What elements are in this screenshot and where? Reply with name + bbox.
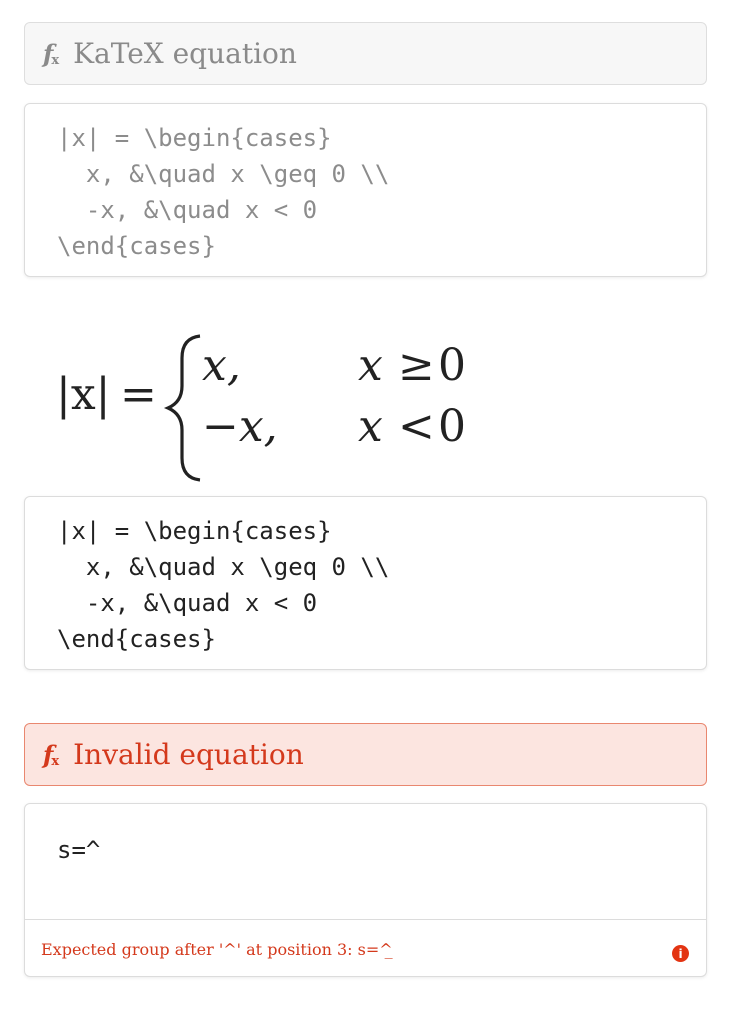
- equation-lhs: |x|: [56, 369, 110, 420]
- case2-cond-var: x: [358, 401, 383, 452]
- fx-icon: fx: [43, 740, 60, 769]
- equation-equals: =: [120, 369, 157, 420]
- invalid-equation-bar[interactable]: fx Invalid equation: [24, 723, 707, 786]
- case1-value: x,: [202, 340, 241, 391]
- error-divider: [25, 919, 706, 920]
- latex-source-code[interactable]: |x| = \begin{cases} x, &\quad x \geq 0 \…: [25, 104, 706, 264]
- case1-cond-var: x: [358, 340, 383, 391]
- case2-cond-num: 0: [438, 401, 466, 452]
- case2-value: −x,: [202, 401, 278, 452]
- case1-cond-num: 0: [438, 340, 466, 391]
- equation-title: KaTeX equation: [73, 37, 297, 70]
- case1-cond-op: ≥: [398, 340, 435, 391]
- cases-brace: [163, 334, 201, 482]
- latex-source-editor[interactable]: |x| = \begin{cases} x, &\quad x \geq 0 \…: [24, 103, 707, 277]
- invalid-equation-editor[interactable]: s=^ Expected group after '^' at position…: [24, 803, 707, 977]
- invalid-equation-title: Invalid equation: [73, 738, 304, 771]
- error-message-text: Expected group after '^' at position 3: …: [41, 940, 393, 959]
- latex-source-editor-active[interactable]: |x| = \begin{cases} x, &\quad x \geq 0 \…: [24, 496, 707, 670]
- case2-cond-op: <: [398, 401, 435, 452]
- fx-icon: fx: [43, 39, 60, 68]
- info-icon[interactable]: i: [672, 945, 689, 962]
- latex-source-code-active[interactable]: |x| = \begin{cases} x, &\quad x \geq 0 \…: [25, 497, 706, 657]
- error-message: Expected group after '^' at position 3: …: [41, 940, 393, 959]
- rendered-equation: |x| = x, x ≥ 0 −x, x < 0: [24, 294, 524, 484]
- rendered-equation-svg: |x| = x, x ≥ 0 −x, x < 0: [56, 334, 466, 482]
- invalid-equation-code[interactable]: s=^: [25, 804, 706, 868]
- katex-equation-bar[interactable]: fx KaTeX equation: [24, 22, 707, 85]
